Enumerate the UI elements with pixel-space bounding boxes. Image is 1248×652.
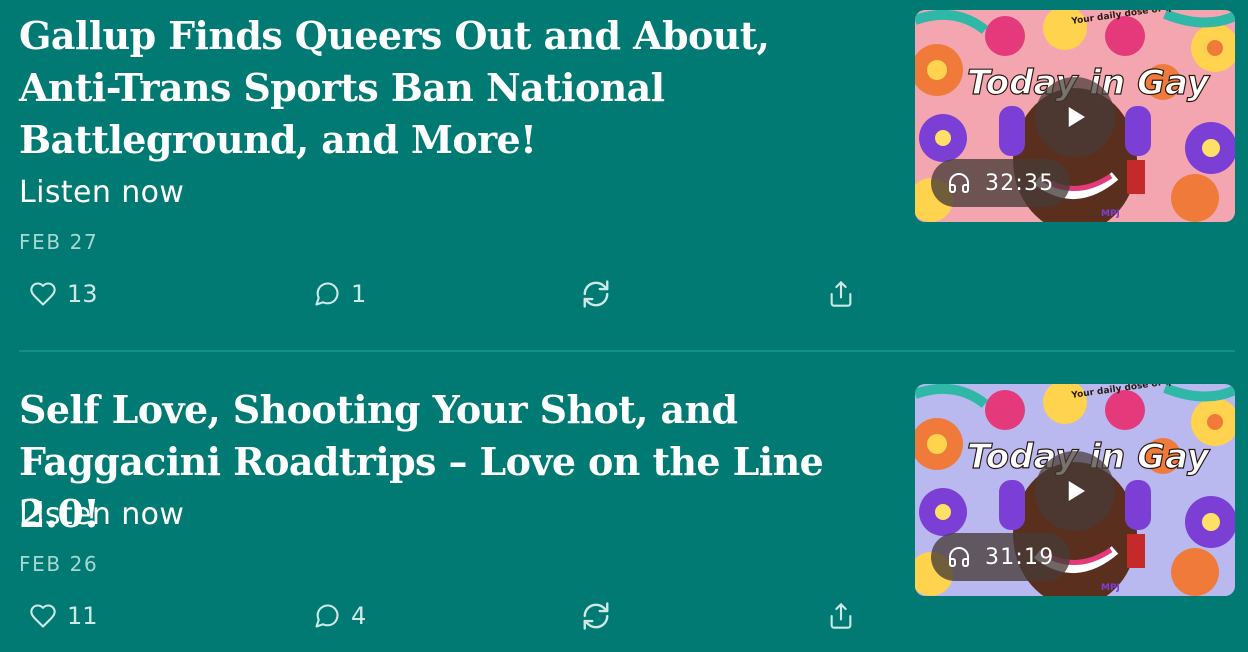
episode-thumbnail[interactable]: Today in Gay Your daily dose of queer ne… [915,10,1235,222]
post-feed: Gallup Finds Queers Out and About, Anti-… [0,0,1248,652]
comment-count: 4 [351,602,367,630]
like-button[interactable]: 13 [29,274,98,314]
duration-text: 31:19 [985,544,1055,570]
headphones-icon [949,547,969,567]
share-button[interactable] [827,274,855,314]
play-button[interactable] [1035,451,1115,531]
cover-signature-text: MPJ [1101,583,1120,593]
post-subtitle[interactable]: Listen now [19,175,184,211]
post-date: FEB 27 [19,230,99,254]
restack-icon [583,280,609,308]
play-button[interactable] [1035,77,1115,157]
like-count: 11 [67,602,98,630]
comment-button[interactable]: 4 [313,596,366,636]
restack-button[interactable] [581,274,611,314]
post-actions: 13 1 [19,274,879,314]
cover-signature-text: MPJ [1101,209,1120,219]
heart-icon [30,604,56,628]
play-icon [1068,107,1085,127]
headphones-icon [949,173,969,193]
duration-badge: 32:35 [931,159,1071,207]
share-icon [830,281,852,307]
post-divider [19,350,1235,352]
post-title[interactable]: Gallup Finds Queers Out and About, Anti-… [19,10,879,166]
share-button[interactable] [827,596,855,636]
post-item: Self Love, Shooting Your Shot, and Fagga… [19,374,1235,652]
comment-button[interactable]: 1 [313,274,366,314]
like-button[interactable]: 11 [29,596,98,636]
post-subtitle[interactable]: Listen now [19,497,184,533]
speech-bubble-icon [315,604,339,628]
post-actions: 11 4 [19,596,879,636]
heart-icon [30,282,56,306]
comment-count: 1 [351,280,367,308]
like-count: 13 [67,280,98,308]
episode-thumbnail[interactable]: Today in Gay Your daily dose of queer ne… [915,384,1235,596]
post-date: FEB 26 [19,552,99,576]
restack-button[interactable] [581,596,611,636]
duration-badge: 31:19 [931,533,1071,581]
duration-text: 32:35 [985,170,1055,196]
restack-icon [583,602,609,630]
speech-bubble-icon [315,282,339,306]
post-item: Gallup Finds Queers Out and About, Anti-… [19,0,1235,350]
play-icon [1068,481,1085,501]
share-icon [830,603,852,629]
